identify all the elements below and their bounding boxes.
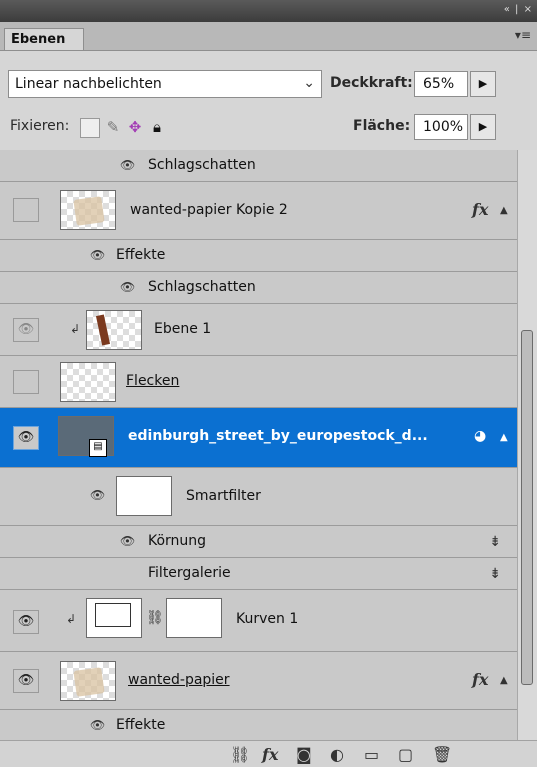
new-layer-icon[interactable]: ▢ [398, 745, 413, 764]
panel-tabrow: Ebenen ▾≡ [0, 22, 537, 51]
opacity-arrow-button[interactable]: ▶ [470, 71, 496, 97]
layer-name[interactable]: Kurven 1 [236, 611, 298, 627]
layer-thumbnail [60, 661, 116, 701]
layer-row[interactable]: Flecken [0, 356, 517, 408]
expand-caret-icon[interactable]: ▲ [500, 432, 508, 443]
layer-name[interactable]: wanted-papier Kopie 2 [130, 202, 288, 218]
eye-icon[interactable]: 👁︎ [120, 534, 135, 548]
tab-ebenen[interactable]: Ebenen [4, 28, 84, 50]
visibility-toggle[interactable] [13, 198, 39, 222]
adjustment-icon[interactable]: ◐ [330, 745, 344, 764]
smartobject-badge-icon: ▤ [89, 439, 107, 457]
curves-graph-icon [95, 603, 131, 627]
eye-icon[interactable]: 👁︎ [13, 318, 39, 342]
smartfilter-mask-thumbnail [116, 476, 172, 516]
filter-options-icon[interactable]: ⇟ [489, 566, 501, 582]
effect-row[interactable]: 👁︎ Schlagschatten [0, 272, 517, 304]
lock-icon[interactable]: 🔒︎ [148, 118, 166, 136]
smart-filter-icon: ◕ [474, 428, 487, 444]
eye-icon[interactable]: 👁︎ [120, 280, 135, 294]
panel-menu-icon[interactable]: ▾≡ [515, 28, 531, 42]
layer-name[interactable]: Ebene 1 [154, 321, 211, 337]
trash-icon[interactable]: 🗑︎ [432, 745, 452, 764]
effects-header-row[interactable]: 👁︎ Effekte [0, 710, 517, 740]
layer-thumbnail [86, 310, 142, 350]
lock-label: Fixieren: [10, 118, 70, 134]
fx-icon[interactable]: fx [472, 200, 488, 219]
smartobject-thumbnail: ▤ [58, 416, 114, 457]
chevron-down-icon: ⌄ [303, 75, 315, 91]
eye-icon[interactable]: 👁︎ [13, 610, 39, 634]
lock-position-icon[interactable]: ✥ [126, 118, 144, 136]
adjustment-layer-row[interactable]: 👁︎ ↲ ⛓︎ Kurven 1 [0, 590, 517, 652]
panel-collapse-close[interactable]: « | × [504, 4, 533, 15]
curves-thumbnail [86, 598, 142, 638]
effects-header-row[interactable]: 👁︎ Effekte [0, 240, 517, 272]
blend-mode-select[interactable]: Linear nachbelichten ⌄ [8, 70, 322, 98]
clip-arrow-icon: ↲ [66, 612, 77, 626]
eye-icon[interactable]: 👁︎ [90, 718, 105, 732]
layer-row[interactable]: 👁︎ wanted-papier fx ▲ [0, 652, 517, 710]
layer-row[interactable]: wanted-papier Kopie 2 fx ▲ [0, 182, 517, 240]
expand-caret-icon[interactable]: ▲ [500, 205, 508, 216]
folder-icon[interactable]: ▭ [364, 745, 379, 764]
layers-toolbar: ⛓︎ fx ◙ ◐ ▭ ▢ 🗑︎ [0, 740, 537, 767]
panel-titlebar: « | × [0, 0, 537, 22]
fx-icon[interactable]: fx [262, 745, 278, 764]
mask-icon[interactable]: ◙ [296, 745, 312, 764]
expand-caret-icon[interactable]: ▲ [500, 675, 508, 686]
lock-pixels-icon[interactable]: ✎ [104, 118, 122, 136]
opacity-input[interactable]: 65% [414, 71, 468, 97]
filter-row[interactable]: 👁︎ Körnung ⇟ [0, 526, 517, 558]
mask-thumbnail [166, 598, 222, 638]
eye-icon[interactable]: 👁︎ [13, 426, 39, 450]
lock-transparency-icon[interactable] [80, 118, 100, 138]
layer-thumbnail [60, 190, 116, 230]
clip-arrow-icon: ↲ [70, 322, 81, 336]
opacity-label: Deckkraft: [330, 75, 413, 91]
fx-icon[interactable]: fx [472, 670, 488, 689]
fill-arrow-button[interactable]: ▶ [470, 114, 496, 140]
eye-icon[interactable]: 👁︎ [90, 248, 105, 262]
filter-options-icon[interactable]: ⇟ [489, 534, 501, 550]
layer-thumbnail [60, 362, 116, 402]
eye-icon[interactable]: 👁︎ [13, 669, 39, 693]
layers-list: 👁︎ Schlagschatten wanted-papier Kopie 2 … [0, 150, 517, 740]
link-icon[interactable]: ⛓︎ [230, 745, 250, 764]
eye-icon[interactable]: 👁︎ [90, 488, 105, 502]
layer-row[interactable]: 👁︎ ↲ Ebene 1 [0, 304, 517, 356]
layers-scrollbar[interactable] [517, 150, 537, 740]
fill-label: Fläche: [353, 118, 411, 134]
scrollbar-thumb[interactable] [521, 330, 533, 685]
layer-name[interactable]: Flecken [126, 373, 179, 389]
layer-name[interactable]: wanted-papier [128, 672, 230, 688]
fill-input[interactable]: 100% [414, 114, 468, 140]
link-icon[interactable]: ⛓︎ [146, 610, 164, 626]
effect-row[interactable]: 👁︎ Schlagschatten [0, 150, 517, 182]
layer-row-selected[interactable]: 👁︎ ▤ edinburgh_street_by_europestock_d..… [0, 408, 517, 468]
eye-icon[interactable]: 👁︎ [120, 158, 135, 172]
visibility-toggle[interactable] [13, 370, 39, 394]
blend-mode-value: Linear nachbelichten [15, 76, 162, 92]
filter-row[interactable]: Filtergalerie ⇟ [0, 558, 517, 590]
smartfilter-row[interactable]: 👁︎ Smartfilter [0, 468, 517, 526]
layer-name[interactable]: edinburgh_street_by_europestock_d... [128, 428, 428, 444]
figure-shape [95, 314, 111, 346]
